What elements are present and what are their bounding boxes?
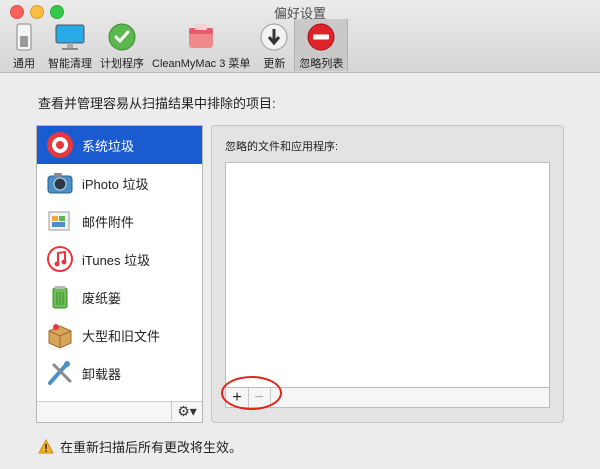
tab-general[interactable]: 通用: [4, 19, 44, 71]
list-item-iphoto-junk[interactable]: iPhoto 垃圾: [37, 164, 202, 202]
uninstaller-icon: [46, 359, 74, 387]
gear-menu-button[interactable]: ⚙▾: [171, 402, 202, 421]
toolbar-tabs: 通用 智能清理 计划程序 CleanMyMac 3 菜单 更新 忽略列表: [4, 19, 349, 71]
toolbar: 偏好设置 通用 智能清理 计划程序 CleanMyMac 3 菜单 更新 忽略列…: [0, 0, 600, 73]
category-list: 系统垃圾 iPhoto 垃圾 邮件附件 iTunes 垃圾 废纸篓 大型和旧文件…: [36, 125, 203, 423]
tab-ignore-list[interactable]: 忽略列表: [294, 19, 349, 71]
preferences-window: 偏好设置 通用 智能清理 计划程序 CleanMyMac 3 菜单 更新 忽略列…: [0, 0, 600, 469]
warning-icon: [38, 439, 54, 454]
ignored-files-list[interactable]: [225, 162, 550, 388]
highlight-circle: [221, 376, 282, 410]
warning-message: 在重新扫描后所有更改将生效。: [38, 437, 242, 456]
iphoto-icon: [46, 169, 74, 197]
trash-icon: [46, 283, 74, 311]
box-icon: [46, 321, 74, 349]
monitor-icon: [54, 21, 86, 53]
tab-smart-cleanup[interactable]: 智能清理: [44, 19, 96, 71]
system-junk-icon: [46, 131, 74, 159]
tab-update[interactable]: 更新: [254, 19, 294, 71]
sidebar-footer: ⚙▾: [37, 401, 202, 422]
tab-scheduler[interactable]: 计划程序: [96, 19, 148, 71]
menu-icon: [185, 21, 217, 53]
mail-attachment-icon: [46, 207, 74, 235]
switch-icon: [8, 21, 40, 53]
panel-label: 忽略的文件和应用程序:: [225, 141, 339, 153]
page-heading: 查看并管理容易从扫描结果中排除的项目:: [38, 96, 276, 111]
list-item-system-junk[interactable]: 系统垃圾: [37, 126, 202, 164]
download-icon: [258, 21, 290, 53]
tab-menu[interactable]: CleanMyMac 3 菜单: [148, 19, 254, 71]
clock-icon: [106, 21, 138, 53]
warning-text: 在重新扫描后所有更改将生效。: [60, 440, 243, 455]
list-item-large-old-files[interactable]: 大型和旧文件: [37, 316, 202, 354]
no-entry-icon: [305, 21, 337, 53]
list-item-trash[interactable]: 废纸篓: [37, 278, 202, 316]
gear-icon: ⚙▾: [177, 403, 197, 419]
list-item-mail-attachments[interactable]: 邮件附件: [37, 202, 202, 240]
itunes-icon: [46, 245, 74, 273]
list-item-uninstaller[interactable]: 卸载器: [37, 354, 202, 392]
list-item-itunes-junk[interactable]: iTunes 垃圾: [37, 240, 202, 278]
